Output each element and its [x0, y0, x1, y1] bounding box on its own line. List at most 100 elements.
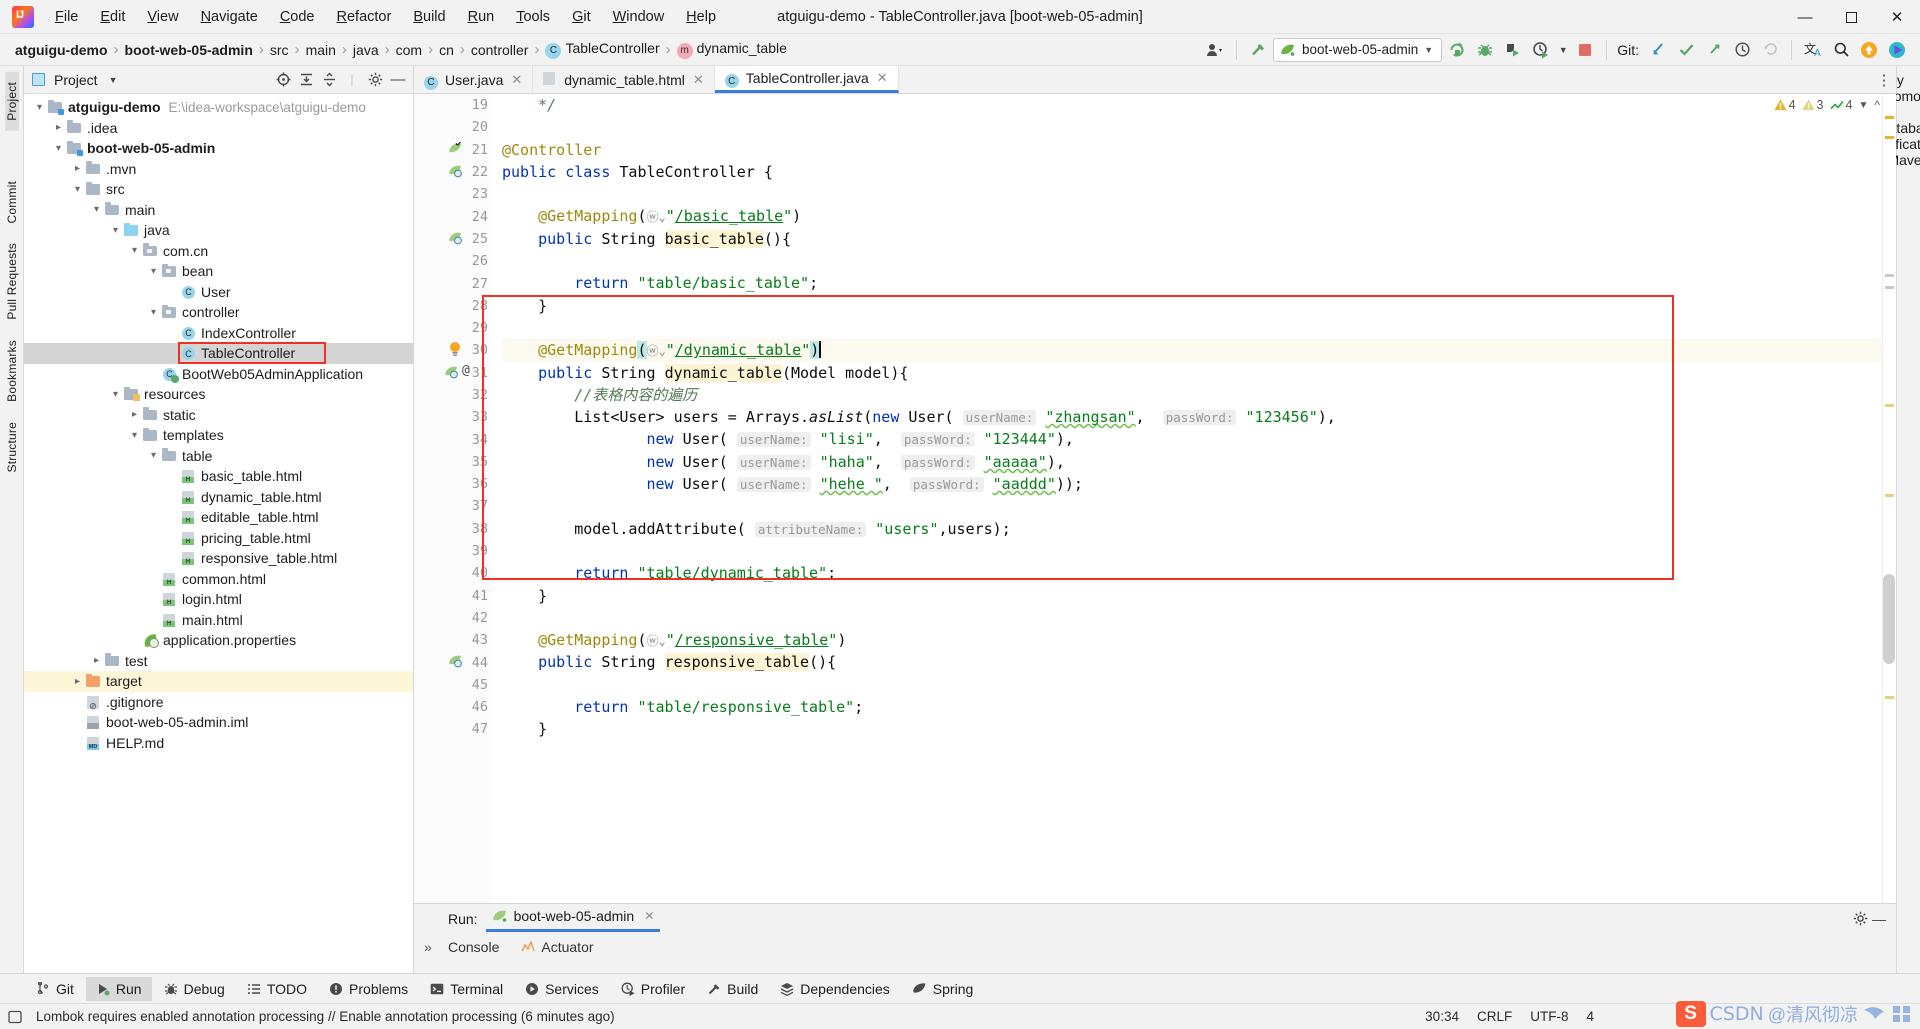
- chevron-down-icon[interactable]: ▾: [146, 307, 161, 318]
- breadcrumb-item-main[interactable]: main: [301, 40, 341, 60]
- user-account-icon[interactable]: [1202, 38, 1228, 62]
- close-icon[interactable]: ✕: [644, 909, 654, 923]
- more-run-chevron-icon[interactable]: ▼: [1556, 38, 1570, 62]
- gutter-line-47[interactable]: 47: [414, 718, 492, 740]
- warning-count[interactable]: 4: [1774, 98, 1796, 112]
- spring-url-gutter-icon[interactable]: [448, 231, 463, 245]
- gutter-line-45[interactable]: 45: [414, 674, 492, 696]
- menu-item-edit[interactable]: Edit: [89, 5, 136, 29]
- chevron-down-icon[interactable]: ▾: [127, 245, 142, 256]
- tree-node-test[interactable]: ▸ test: [24, 651, 413, 672]
- maximize-button[interactable]: [1828, 0, 1874, 34]
- chevron-right-icon[interactable]: ▸: [70, 676, 85, 687]
- gutter-line-21[interactable]: 21: [414, 139, 492, 161]
- inspection-summary[interactable]: 4 3 4 ▼ ^: [1774, 98, 1880, 112]
- profile-icon[interactable]: [1528, 38, 1554, 62]
- breadcrumb-item-com[interactable]: com: [391, 40, 427, 60]
- gutter-line-33[interactable]: 33: [414, 406, 492, 428]
- tree-node-java[interactable]: ▾ java: [24, 220, 413, 241]
- tool-window-button-build[interactable]: Build: [697, 977, 768, 1001]
- tree-node-basic-table-html[interactable]: basic_table.html: [24, 466, 413, 487]
- tool-window-button-services[interactable]: Services: [515, 977, 609, 1001]
- build-hammer-icon[interactable]: [1245, 38, 1271, 62]
- gutter-line-46[interactable]: 46: [414, 696, 492, 718]
- code-line-19[interactable]: */: [502, 94, 1896, 116]
- tree-node-login-html[interactable]: login.html: [24, 589, 413, 610]
- run-configuration-selector[interactable]: boot-web-05-admin ▼: [1272, 37, 1443, 62]
- code-line-39[interactable]: [502, 540, 1896, 562]
- gutter-line-32[interactable]: 32: [414, 384, 492, 406]
- gutter-line-42[interactable]: 42: [414, 607, 492, 629]
- play-gradient-icon[interactable]: [1884, 38, 1910, 62]
- code-content[interactable]: */ @Controller public class TableControlle…: [492, 94, 1896, 903]
- menu-item-view[interactable]: View: [136, 5, 189, 29]
- tool-rail-project[interactable]: Project: [4, 72, 19, 131]
- chevron-down-icon[interactable]: ▾: [127, 430, 142, 441]
- gutter-line-28[interactable]: 28: [414, 295, 492, 317]
- code-line-23[interactable]: [502, 183, 1896, 205]
- run-sub-tabs[interactable]: » Console Actuator: [414, 934, 1896, 960]
- tree-node-bootweb05adminapplication[interactable]: C BootWeb05AdminApplication: [24, 364, 413, 385]
- tree-node-controller[interactable]: ▾ controller: [24, 302, 413, 323]
- code-line-24[interactable]: @GetMapping(ⓦ⌄"/basic_table"): [502, 205, 1896, 227]
- tree-node-main[interactable]: ▾ main: [24, 200, 413, 221]
- gutter-line-34[interactable]: 34: [414, 428, 492, 450]
- chevron-down-icon[interactable]: ▾: [146, 266, 161, 277]
- code-line-37[interactable]: [502, 495, 1896, 517]
- gutter-line-44[interactable]: 44: [414, 651, 492, 673]
- gutter-line-43[interactable]: 43: [414, 629, 492, 651]
- tree-node-application-properties[interactable]: application.properties: [24, 630, 413, 651]
- code-line-45[interactable]: [502, 674, 1896, 696]
- gutter-line-22[interactable]: 22: [414, 161, 492, 183]
- translate-icon[interactable]: 文 A: [1800, 38, 1826, 62]
- spring-url-gutter-icon[interactable]: [444, 365, 459, 379]
- tree-node-bean[interactable]: ▾ bean: [24, 261, 413, 282]
- tree-node-boot-web-05-admin[interactable]: ▾ boot-web-05-admin: [24, 138, 413, 159]
- code-line-25[interactable]: public String basic_table(){: [502, 228, 1896, 250]
- code-line-22[interactable]: public class TableController {: [502, 161, 1896, 183]
- code-line-34[interactable]: new User( userName: "lisi", passWord: "1…: [502, 428, 1896, 450]
- gutter-line-40[interactable]: 40: [414, 562, 492, 584]
- run-subtab-console[interactable]: Console: [448, 939, 499, 955]
- gutter-line-19[interactable]: 19: [414, 94, 492, 116]
- indent-setting[interactable]: 4: [1586, 1009, 1594, 1024]
- editor-gutter[interactable]: 19 20 21 22 23 24 25 26 27 28 29 30 @31 32 33 34 35 36 37 3…: [414, 94, 492, 903]
- close-icon[interactable]: ✕: [693, 72, 704, 88]
- window-controls[interactable]: — ✕: [1782, 0, 1920, 34]
- tree-node-responsive-table-html[interactable]: responsive_table.html: [24, 548, 413, 569]
- intention-bulb-icon[interactable]: [448, 341, 462, 357]
- code-line-28[interactable]: }: [502, 295, 1896, 317]
- gutter-line-35[interactable]: 35: [414, 451, 492, 473]
- breadcrumb-item-boot-web-05-admin[interactable]: boot-web-05-admin: [120, 40, 258, 60]
- code-line-46[interactable]: return "table/responsive_table";: [502, 696, 1896, 718]
- spring-bean-gutter-icon[interactable]: [448, 141, 463, 156]
- tool-rail-bookmarks[interactable]: Bookmarks: [5, 330, 19, 412]
- gutter-line-24[interactable]: 24: [414, 205, 492, 227]
- editor-marker-bar[interactable]: [1882, 94, 1896, 903]
- menu-item-file[interactable]: File: [44, 5, 89, 29]
- close-icon[interactable]: ✕: [877, 70, 888, 86]
- menu-item-window[interactable]: Window: [602, 5, 676, 29]
- expand-all-icon[interactable]: [295, 69, 317, 91]
- menu-item-git[interactable]: Git: [561, 5, 602, 29]
- collapse-all-icon[interactable]: [318, 69, 340, 91]
- breadcrumb-item-cn[interactable]: cn: [434, 40, 459, 60]
- tree-node-table[interactable]: ▾ table: [24, 446, 413, 467]
- breadcrumb-item-controller[interactable]: controller: [466, 40, 534, 60]
- expand-icon[interactable]: »: [424, 939, 432, 955]
- file-encoding[interactable]: UTF-8: [1530, 1009, 1568, 1024]
- code-line-27[interactable]: return "table/basic_table";: [502, 272, 1896, 294]
- tree-node-editable-table-html[interactable]: editable_table.html: [24, 507, 413, 528]
- breadcrumb-item-src[interactable]: src: [265, 40, 294, 60]
- inspection-collapse-icon[interactable]: ^: [1874, 98, 1880, 112]
- select-opened-file-icon[interactable]: [272, 69, 294, 91]
- chevron-down-icon[interactable]: ▾: [108, 225, 123, 236]
- menu-item-navigate[interactable]: Navigate: [190, 5, 269, 29]
- tree-node-atguigu-demo[interactable]: ▾ atguigu-demo E:\idea-workspace\atguigu-d…: [24, 97, 413, 118]
- tool-window-button-spring[interactable]: Spring: [902, 977, 983, 1001]
- chevron-down-icon[interactable]: ▾: [51, 143, 66, 154]
- url-globe-icon[interactable]: ⓦ⌄: [647, 210, 666, 224]
- menu-item-run[interactable]: Run: [457, 5, 506, 29]
- code-line-32[interactable]: //表格内容的遍历: [502, 384, 1896, 406]
- chevron-down-icon[interactable]: ▾: [32, 102, 47, 113]
